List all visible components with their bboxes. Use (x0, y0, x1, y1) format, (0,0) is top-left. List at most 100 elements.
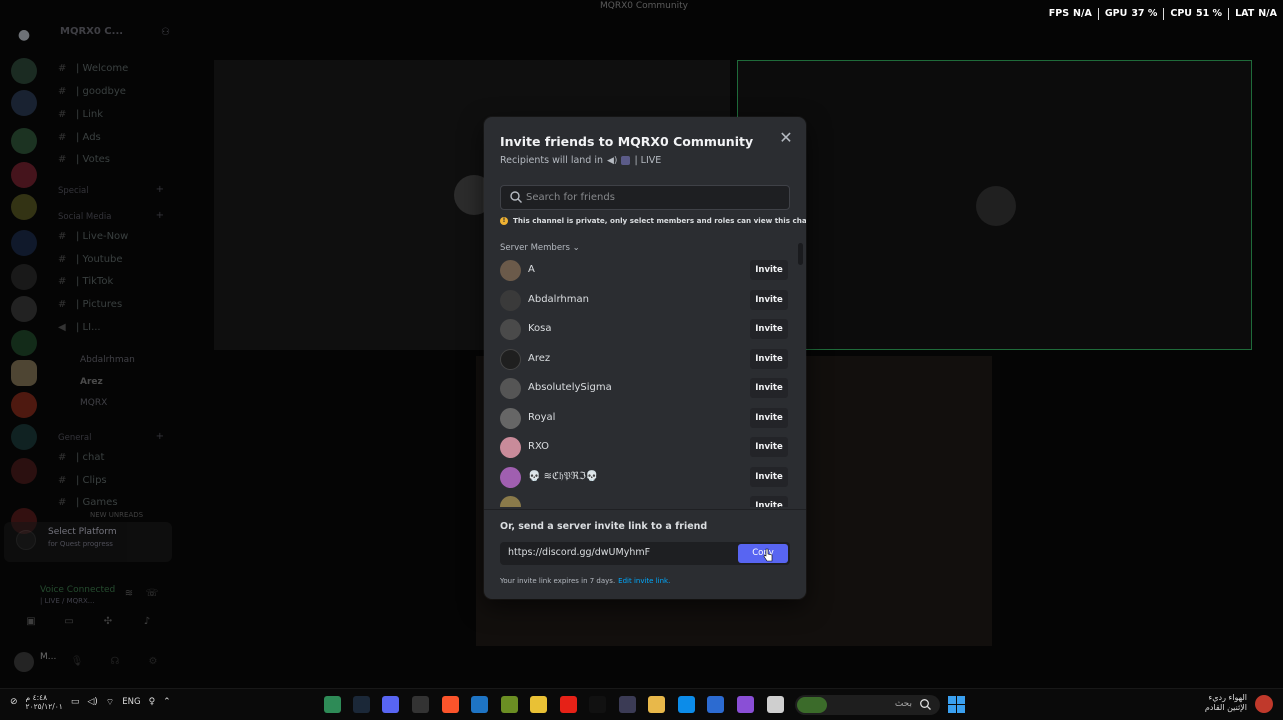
voice-user[interactable]: Abdalrhman (80, 355, 135, 365)
channel-item[interactable]: # | Pictures (58, 299, 122, 310)
avatar (500, 319, 521, 340)
notification-icon[interactable]: ⊘ (10, 697, 18, 707)
channel-item[interactable]: # | Ads (58, 132, 101, 143)
language-indicator[interactable]: ENG (122, 697, 140, 707)
voice-user[interactable]: MQRX (80, 398, 107, 408)
server-icon[interactable] (11, 424, 37, 450)
screen-share-icon[interactable]: ▭ (62, 616, 76, 630)
windows-start-icon[interactable] (948, 696, 965, 713)
app-icon-minecraft[interactable] (501, 696, 518, 713)
voice-channel-item[interactable]: ◀ | LI... (58, 322, 101, 333)
taskbar-search[interactable]: بحث (795, 695, 940, 715)
invite-button[interactable]: Invite (750, 378, 788, 398)
app-icon-file-explorer[interactable] (648, 696, 665, 713)
server-icon[interactable] (11, 296, 37, 322)
app-icon-chrome[interactable] (530, 696, 547, 713)
new-unreads-pill[interactable]: NEW UNREADS (90, 511, 143, 519)
weather-widget[interactable]: الهواء رديء الإثنين القادم (1205, 693, 1247, 713)
server-icon[interactable] (11, 264, 37, 290)
invite-button[interactable]: Invite (750, 496, 788, 507)
invite-button[interactable]: Invite (750, 437, 788, 457)
disconnect-icon[interactable]: ☏ (145, 588, 159, 602)
weather-icon[interactable] (1255, 695, 1273, 713)
app-icon-task-view[interactable] (767, 696, 784, 713)
battery-icon[interactable]: ▭ (71, 697, 80, 707)
search-box[interactable] (500, 185, 790, 210)
channel-item[interactable]: # | Votes (58, 154, 110, 165)
chevron-up-icon[interactable]: ⌃ (163, 697, 171, 707)
add-channel-icon[interactable]: + (156, 210, 164, 221)
avatar (500, 260, 521, 281)
server-icon[interactable] (11, 90, 37, 116)
close-icon[interactable]: ✕ (777, 129, 795, 147)
app-icon-edge[interactable] (678, 696, 695, 713)
clock[interactable]: ٤:٤٨ م ٢٠٢٥/١٢/٠١ (26, 693, 63, 711)
scrollbar[interactable] (798, 243, 803, 265)
select-platform-card[interactable]: Select Platform for Quest progress (4, 522, 172, 562)
stream-tile-speaking[interactable] (737, 60, 1252, 350)
noise-suppression-icon[interactable]: ≋ (122, 588, 136, 602)
invite-button[interactable]: Invite (750, 348, 788, 369)
window-title: MQRX0 Community (600, 1, 688, 11)
network-icon[interactable]: ⌔ (106, 697, 114, 708)
headphones-icon[interactable]: ☊ (108, 656, 122, 670)
channel-item[interactable]: # | chat (58, 452, 104, 463)
invite-link-field[interactable]: https://discord.gg/dwUMyhmF Copy (500, 542, 790, 565)
channel-item[interactable]: # | Welcome (58, 63, 128, 74)
app-icon-brave[interactable] (442, 696, 459, 713)
app-icon-battlenet[interactable] (471, 696, 488, 713)
server-icon[interactable] (11, 360, 37, 386)
server-icon[interactable] (11, 162, 37, 188)
search-input[interactable] (526, 186, 781, 209)
category-label[interactable]: Social Media (58, 212, 111, 222)
add-channel-icon[interactable]: + (156, 184, 164, 195)
app-icon-copilot[interactable] (737, 696, 754, 713)
invite-button[interactable]: Invite (750, 466, 788, 487)
app-icon-whatsapp[interactable] (324, 696, 341, 713)
channel-item[interactable]: # | TikTok (58, 276, 113, 287)
channel-item[interactable]: # | Youtube (58, 254, 123, 265)
server-icon[interactable] (11, 330, 37, 356)
mic-icon[interactable]: ♀ (149, 697, 156, 707)
volume-icon[interactable]: ◁) (87, 697, 97, 707)
invite-button[interactable]: Invite (750, 260, 788, 280)
gear-icon[interactable]: ⚙ (146, 656, 160, 670)
voice-user[interactable]: Arez (80, 377, 103, 387)
server-icon[interactable] (11, 58, 37, 84)
invite-button[interactable]: Invite (750, 289, 788, 310)
app-icon-youtube[interactable] (560, 696, 577, 713)
avatar[interactable] (14, 652, 34, 672)
app-icon-mail[interactable] (707, 696, 724, 713)
app-icon-steam[interactable] (353, 696, 370, 713)
invite-button[interactable]: Invite (750, 407, 788, 428)
invite-button[interactable]: Invite (750, 319, 788, 339)
title-bar: MQRX0 Community FPS N/A GPU 37 % CPU 51 % L… (0, 0, 1283, 20)
activities-icon[interactable]: ✣ (101, 616, 115, 630)
server-icon[interactable] (11, 128, 37, 154)
server-name[interactable]: MQRX0 C... (60, 26, 123, 37)
channel-item[interactable]: # | Clips (58, 475, 107, 486)
channel-item[interactable]: # | Link (58, 109, 103, 120)
app-icon-discord[interactable] (382, 696, 399, 713)
camera-icon[interactable]: ▣ (24, 616, 38, 630)
server-icon[interactable] (11, 194, 37, 220)
channel-item[interactable]: # | goodbye (58, 86, 126, 97)
app-icon-settings[interactable] (412, 696, 429, 713)
channel-item[interactable]: # | Games (58, 497, 118, 508)
category-label[interactable]: Special (58, 186, 89, 196)
app-icon-store[interactable] (619, 696, 636, 713)
discord-home-icon[interactable]: ● (11, 22, 37, 48)
edit-invite-link[interactable]: Edit invite link. (618, 577, 670, 585)
channel-item[interactable]: # | Live-Now (58, 231, 128, 242)
server-icon[interactable] (11, 230, 37, 256)
add-member-icon[interactable]: ⚇ (161, 27, 170, 38)
soundboard-icon[interactable]: ♪ (140, 616, 154, 630)
add-channel-icon[interactable]: + (156, 431, 164, 442)
server-icon[interactable] (11, 458, 37, 484)
invite-url[interactable]: https://discord.gg/dwUMyhmF (508, 547, 650, 558)
category-label[interactable]: General (58, 433, 92, 443)
server-icon[interactable] (11, 392, 37, 418)
mic-icon[interactable]: 🎙 (70, 656, 84, 670)
app-icon-tiktok[interactable] (589, 696, 606, 713)
members-header[interactable]: Server Members ⌄ (500, 243, 580, 253)
